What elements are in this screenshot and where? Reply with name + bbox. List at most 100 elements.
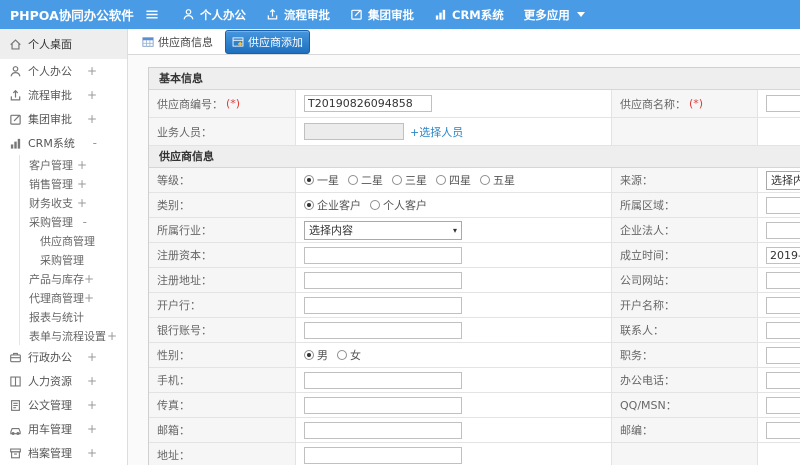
sidebar-item-agent-mgmt-toggle[interactable]: + <box>84 291 94 305</box>
category-label: 类别： <box>149 193 296 217</box>
sidebar-item-official-docs[interactable]: 公文管理 + <box>0 393 127 417</box>
nav-more-apps[interactable]: 更多应用 <box>524 7 585 23</box>
sidebar-item-workflow-approval-toggle[interactable]: + <box>87 88 97 102</box>
position-label: 职务： <box>612 343 758 367</box>
mobile-input[interactable] <box>304 371 462 389</box>
category-option-0[interactable]: 企业客户 <box>304 197 361 213</box>
sidebar-item-official-docs-toggle[interactable]: + <box>87 398 97 412</box>
level-option-4[interactable]: 五星 <box>480 172 515 188</box>
region-input[interactable] <box>766 196 800 214</box>
industry-select[interactable]: 选择内容 ▾ <box>304 220 462 240</box>
website-input[interactable] <box>766 271 800 289</box>
sidebar-item-vehicle-mgmt[interactable]: 用车管理 + <box>0 417 127 441</box>
nav-crm-system-label: CRM系统 <box>452 7 504 22</box>
form-row: 所属行业： 选择内容 ▾ 企业法人： <box>149 218 800 243</box>
sidebar-item-archives-mgmt-toggle[interactable]: + <box>87 446 97 460</box>
sidebar-item-human-resources-label: 人力资源 <box>28 375 72 388</box>
legal-person-input[interactable] <box>766 221 800 239</box>
contact-input[interactable] <box>766 321 800 339</box>
empty-control-cell <box>758 443 800 465</box>
sidebar-item-crm-system[interactable]: CRM系统 - <box>0 131 127 155</box>
sidebar-item-workflow-approval[interactable]: 流程审批 + <box>0 83 127 107</box>
supplier-code-label: 供应商编号： (*) <box>149 90 296 117</box>
sidebar-item-product-inventory[interactable]: 产品与库存 + <box>19 269 127 288</box>
sidebar-item-customer-mgmt[interactable]: 客户管理 + <box>19 155 127 174</box>
sales-person-picker-link[interactable]: +选择人员 <box>410 124 463 140</box>
sidebar-item-official-docs-label: 公文管理 <box>28 399 72 412</box>
sales-person-input[interactable] <box>304 123 404 140</box>
registered-capital-input[interactable] <box>304 246 462 264</box>
founded-date-input[interactable] <box>766 246 800 264</box>
sidebar-item-finance-inout[interactable]: 财务收支 + <box>19 193 127 212</box>
tab-supplier-add[interactable]: 供应商添加 <box>225 29 310 54</box>
sidebar-item-crm-system-toggle[interactable]: - <box>93 136 97 150</box>
contact-field <box>758 318 800 342</box>
sidebar-item-finance-inout-toggle[interactable]: + <box>77 196 87 210</box>
level-option-2[interactable]: 三星 <box>392 172 427 188</box>
bank-account-label: 银行账号： <box>149 318 296 342</box>
address-input[interactable] <box>304 446 462 464</box>
contact-label: 联系人： <box>612 318 758 342</box>
nav-crm-system[interactable]: CRM系统 <box>434 7 504 23</box>
sidebar-item-admin-office[interactable]: 行政办公 + <box>0 345 127 369</box>
sidebar-item-human-resources-toggle[interactable]: + <box>87 374 97 388</box>
qq-msn-input[interactable] <box>766 396 800 414</box>
sidebar-item-group-approval-toggle[interactable]: + <box>87 112 97 126</box>
sidebar-item-purchase-list-label: 采购管理 <box>40 253 84 267</box>
sidebar-item-product-inventory-toggle[interactable]: + <box>84 272 94 286</box>
fax-field <box>296 393 612 417</box>
tab-supplier-info-label: 供应商信息 <box>158 35 213 49</box>
sidebar-item-archives-mgmt[interactable]: 档案管理 + <box>0 441 127 465</box>
sidebar-item-sales-mgmt[interactable]: 销售管理 + <box>19 174 127 193</box>
legal-person-label: 企业法人： <box>612 218 758 242</box>
sidebar-item-personal-office[interactable]: 个人办公 + <box>0 59 127 83</box>
gender-option-1[interactable]: 女 <box>337 347 361 363</box>
menu-toggle[interactable] <box>144 8 160 21</box>
sidebar-item-form-workflow-settings[interactable]: 表单与流程设置 + <box>19 326 127 345</box>
sidebar-item-human-resources[interactable]: 人力资源 + <box>0 369 127 393</box>
email-input[interactable] <box>304 421 462 439</box>
bank-account-input[interactable] <box>304 321 462 339</box>
nav-personal-office-label: 个人办公 <box>200 7 246 22</box>
form-row: 开户行： 开户名称： <box>149 293 800 318</box>
registered-address-input[interactable] <box>304 271 462 289</box>
level-option-1[interactable]: 二星 <box>348 172 383 188</box>
form-row: 注册地址： 公司网站： <box>149 268 800 293</box>
bank-input[interactable] <box>304 296 462 314</box>
zipcode-input[interactable] <box>766 421 800 439</box>
sidebar-item-reports-stats[interactable]: 报表与统计 <box>19 307 127 326</box>
sidebar-item-group-approval[interactable]: 集团审批 + <box>0 107 127 131</box>
sidebar-item-form-workflow-settings-toggle[interactable]: + <box>107 329 117 343</box>
supplier-code-input[interactable] <box>304 95 432 112</box>
account-name-field <box>758 293 800 317</box>
sidebar-item-purchase-list[interactable]: 采购管理 <box>19 250 127 269</box>
account-name-input[interactable] <box>766 296 800 314</box>
nav-personal-office[interactable]: 个人办公 <box>182 7 246 23</box>
supplier-name-input[interactable] <box>766 95 800 112</box>
content-area: 基本信息供应商编号：(*) 供应商名称：(*) 业务人员： +选择人员供应商信息等级：… <box>128 55 800 465</box>
sidebar-item-admin-office-toggle[interactable]: + <box>87 350 97 364</box>
office-phone-input[interactable] <box>766 371 800 389</box>
sidebar-item-supplier-mgmt[interactable]: 供应商管理 <box>19 231 127 250</box>
position-input[interactable] <box>766 346 800 364</box>
sidebar-item-personal-desktop[interactable]: 个人桌面 <box>0 29 127 59</box>
sidebar-item-purchase-mgmt[interactable]: 采购管理 - <box>19 212 127 231</box>
sidebar-item-agent-mgmt[interactable]: 代理商管理 + <box>19 288 127 307</box>
sidebar-item-personal-office-toggle[interactable]: + <box>87 64 97 78</box>
sidebar-item-vehicle-mgmt-toggle[interactable]: + <box>87 422 97 436</box>
position-field <box>758 343 800 367</box>
level-option-0[interactable]: 一星 <box>304 172 339 188</box>
fax-input[interactable] <box>304 396 462 414</box>
sidebar-item-crm-system-label: CRM系统 <box>28 137 75 150</box>
nav-workflow-approval[interactable]: 流程审批 <box>266 7 330 23</box>
form-row: 邮箱： 邮编： <box>149 418 800 443</box>
gender-option-0[interactable]: 男 <box>304 347 328 363</box>
tab-supplier-info[interactable]: 供应商信息 <box>136 31 219 53</box>
category-option-1[interactable]: 个人客户 <box>370 197 427 213</box>
sidebar-item-customer-mgmt-toggle[interactable]: + <box>77 158 87 172</box>
sidebar-item-purchase-mgmt-toggle[interactable]: - <box>83 215 87 229</box>
level-option-3[interactable]: 四星 <box>436 172 471 188</box>
source-select[interactable]: 选择内容▾ <box>766 170 800 190</box>
nav-group-approval[interactable]: 集团审批 <box>350 7 414 23</box>
sidebar-item-sales-mgmt-toggle[interactable]: + <box>77 177 87 191</box>
